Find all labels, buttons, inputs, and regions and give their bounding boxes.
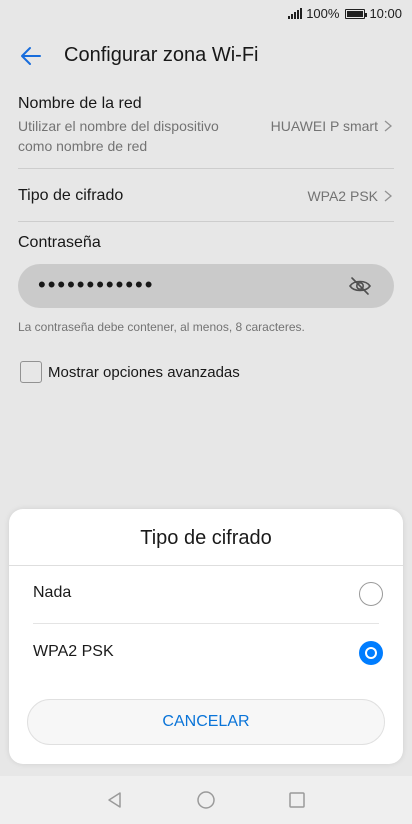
option-none-radio[interactable]	[359, 582, 383, 606]
screen: 100% 10:00 Configurar zona Wi-Fi Nombre …	[0, 0, 412, 824]
encryption-dialog: Tipo de cifrado Nada WPA2 PSK CANCELAR	[9, 509, 403, 764]
option-none-label: Nada	[33, 584, 72, 601]
option-wpa2-label: WPA2 PSK	[33, 643, 114, 660]
option-divider	[33, 623, 379, 624]
cancel-button[interactable]: CANCELAR	[27, 699, 385, 745]
dialog-title: Tipo de cifrado	[140, 527, 272, 549]
nav-home-icon[interactable]	[196, 790, 216, 810]
option-wpa2-radio[interactable]	[359, 641, 383, 665]
nav-back-icon[interactable]	[105, 790, 125, 810]
nav-recents-icon[interactable]	[287, 790, 307, 810]
navigation-bar	[0, 776, 412, 824]
option-none[interactable]: Nada	[33, 566, 383, 624]
option-wpa2[interactable]: WPA2 PSK	[33, 625, 383, 683]
